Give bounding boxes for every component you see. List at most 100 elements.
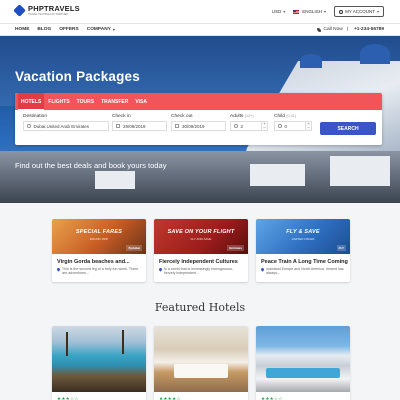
child-hint: (0-11)	[286, 114, 297, 118]
hero-subtitle: Find out the best deals and book yours t…	[15, 161, 167, 170]
adults-hint: (12+)	[244, 114, 254, 118]
site-logo[interactable]: PHPTRAVELS TRAVEL TECHNOLOGY PARTNER	[13, 4, 80, 17]
nav-item-offers[interactable]: OFFERS	[59, 27, 78, 32]
decrement-icon[interactable]: −	[307, 126, 309, 130]
featured-hotels: ★★★☆☆ ★★★★☆ ★★★☆☆	[52, 326, 350, 400]
hotel-pool	[266, 368, 340, 378]
deal-banner-title: SAVE ON YOUR FLIGHT	[167, 229, 235, 235]
deal-banner-sub: FLY AND SAVE	[190, 237, 212, 241]
hotel-image[interactable]	[154, 326, 248, 392]
decrement-icon[interactable]: −	[263, 126, 265, 130]
hero-banner: Vacation Packages HOTELS FLIGHTS TOURS T…	[0, 36, 400, 203]
language-dropdown[interactable]: ENGLISH ▾	[293, 9, 326, 14]
deal-description-text: mainland Europe and North America. Irela…	[266, 267, 344, 276]
child-field[interactable]: 0	[274, 121, 306, 131]
nav-item-home[interactable]: HOME	[15, 27, 29, 32]
deal-card[interactable]: FLY & SAVE LIMITED OFFER FLY Peace Train…	[256, 219, 350, 282]
my-account-button[interactable]: MY ACCOUNT ▾	[334, 6, 384, 17]
deal-card[interactable]: SPECIAL FARES ROUND TRIP flydubai Virgin…	[52, 219, 146, 282]
search-panel: HOTELS FLIGHTS TOURS TRANSFER VISA Desti…	[15, 93, 382, 145]
hotel-image[interactable]	[256, 326, 350, 392]
child-label: Child (0-11)	[274, 114, 296, 119]
deal-title[interactable]: Fiercely Independent Cultures	[159, 259, 238, 265]
deal-banner-brand: Emirates	[227, 245, 244, 251]
location-pin-icon	[158, 266, 163, 272]
hotel-card[interactable]: ★★★★☆	[154, 326, 248, 400]
hero-house	[250, 164, 305, 186]
checkout-value: 30/09/2019	[182, 123, 205, 129]
my-account-label: MY ACCOUNT	[345, 9, 375, 14]
chevron-down-icon: ▾	[324, 9, 327, 14]
deal-banner-sub: LIMITED OFFER	[291, 237, 315, 241]
child-stepper[interactable]: + −	[306, 121, 312, 131]
adults-stepper[interactable]: + −	[262, 121, 268, 131]
location-pin-icon	[260, 266, 265, 272]
call-now[interactable]: Call Now | +1-234-56789	[316, 27, 384, 32]
language-value: ENGLISH	[302, 9, 323, 14]
adults-field[interactable]: 2	[230, 121, 262, 131]
hotel-rating: ★★★☆☆	[57, 396, 79, 400]
deals-section: SPECIAL FARES ROUND TRIP flydubai Virgin…	[52, 219, 350, 282]
destination-field[interactable]: Dubai,United Arab Emirates	[23, 121, 109, 131]
destination-label: Destination	[23, 114, 47, 119]
deal-banner-brand: FLY	[336, 245, 346, 251]
tab-flights[interactable]: FLIGHTS	[45, 93, 72, 110]
hotel-card[interactable]: ★★★☆☆	[256, 326, 350, 400]
deal-description: This is the second leg of a truly fun we…	[56, 266, 143, 276]
main-nav: HOME BLOG OFFERS COMPANY ▾ Call Now | +1…	[0, 24, 400, 36]
calendar-icon	[116, 124, 120, 128]
chevron-down-icon: ▾	[283, 9, 286, 14]
tab-tours[interactable]: TOURS	[74, 93, 97, 110]
deal-description-text: This is the second leg of a truly fun we…	[62, 267, 139, 276]
deal-description: mainland Europe and North America. Irela…	[260, 266, 347, 276]
featured-hotels-title: Featured Hotels	[154, 301, 246, 314]
hotel-image[interactable]	[52, 326, 146, 392]
destination-value: Dubai,United Arab Emirates	[33, 123, 90, 129]
brand-tagline: TRAVEL TECHNOLOGY PARTNER	[28, 13, 68, 16]
deal-card[interactable]: SAVE ON YOUR FLIGHT FLY AND SAVE Emirate…	[154, 219, 248, 282]
deal-banner-title: SPECIAL FARES	[75, 229, 123, 235]
child-value: 0	[284, 123, 288, 129]
top-bar: PHPTRAVELS TRAVEL TECHNOLOGY PARTNER USD…	[0, 0, 400, 24]
logo-icon	[13, 4, 26, 17]
child-label-text: Child	[274, 114, 285, 119]
deal-banner-brand: flydubai	[126, 245, 142, 251]
nav-item-blog[interactable]: BLOG	[37, 27, 51, 32]
hotel-bed	[174, 364, 228, 378]
deal-banner-title: FLY & SAVE	[286, 229, 320, 235]
phone-icon	[316, 27, 321, 32]
call-label: Call Now	[323, 27, 343, 32]
user-icon	[234, 124, 238, 128]
adults-label-text: Adults	[230, 114, 244, 119]
adults-value: 2	[240, 123, 244, 129]
hero-dome	[360, 44, 390, 64]
nav-item-company[interactable]: COMPANY ▾	[87, 27, 115, 32]
hero-house	[95, 171, 135, 189]
checkout-label: Check out	[171, 114, 193, 119]
hotel-rating: ★★★☆☆	[261, 396, 283, 400]
search-button[interactable]: SEARCH	[320, 122, 376, 135]
checkin-value: 29/09/2019	[123, 123, 146, 129]
brand-name: PHPTRAVELS	[28, 4, 80, 13]
hero-dome	[300, 54, 322, 68]
divider: |	[346, 27, 348, 32]
tab-transfer[interactable]: TRANSFER	[98, 93, 131, 110]
hotel-card[interactable]: ★★★☆☆	[52, 326, 146, 400]
location-pin-icon	[27, 124, 31, 128]
us-flag-icon	[293, 9, 300, 14]
chevron-down-icon: ▾	[112, 27, 115, 32]
tab-hotels[interactable]: HOTELS	[18, 93, 45, 110]
nav-item-company-label: COMPANY	[86, 27, 111, 32]
checkin-field[interactable]: 29/09/2019	[112, 121, 167, 131]
deal-title[interactable]: Virgin Gorda beaches and...	[57, 259, 130, 265]
deal-banner: SPECIAL FARES ROUND TRIP flydubai	[52, 219, 146, 254]
currency-dropdown[interactable]: USD ▾	[272, 9, 286, 14]
checkin-label: Check in	[112, 114, 131, 119]
checkout-field[interactable]: 30/09/2019	[171, 121, 226, 131]
user-icon	[278, 124, 282, 128]
palm-tree	[122, 330, 124, 354]
hotel-rating: ★★★★☆	[159, 396, 181, 400]
deal-banner: SAVE ON YOUR FLIGHT FLY AND SAVE Emirate…	[154, 219, 248, 254]
deal-title[interactable]: Peace Train A Long Time Coming	[261, 259, 348, 265]
tab-visa[interactable]: VISA	[132, 93, 150, 110]
